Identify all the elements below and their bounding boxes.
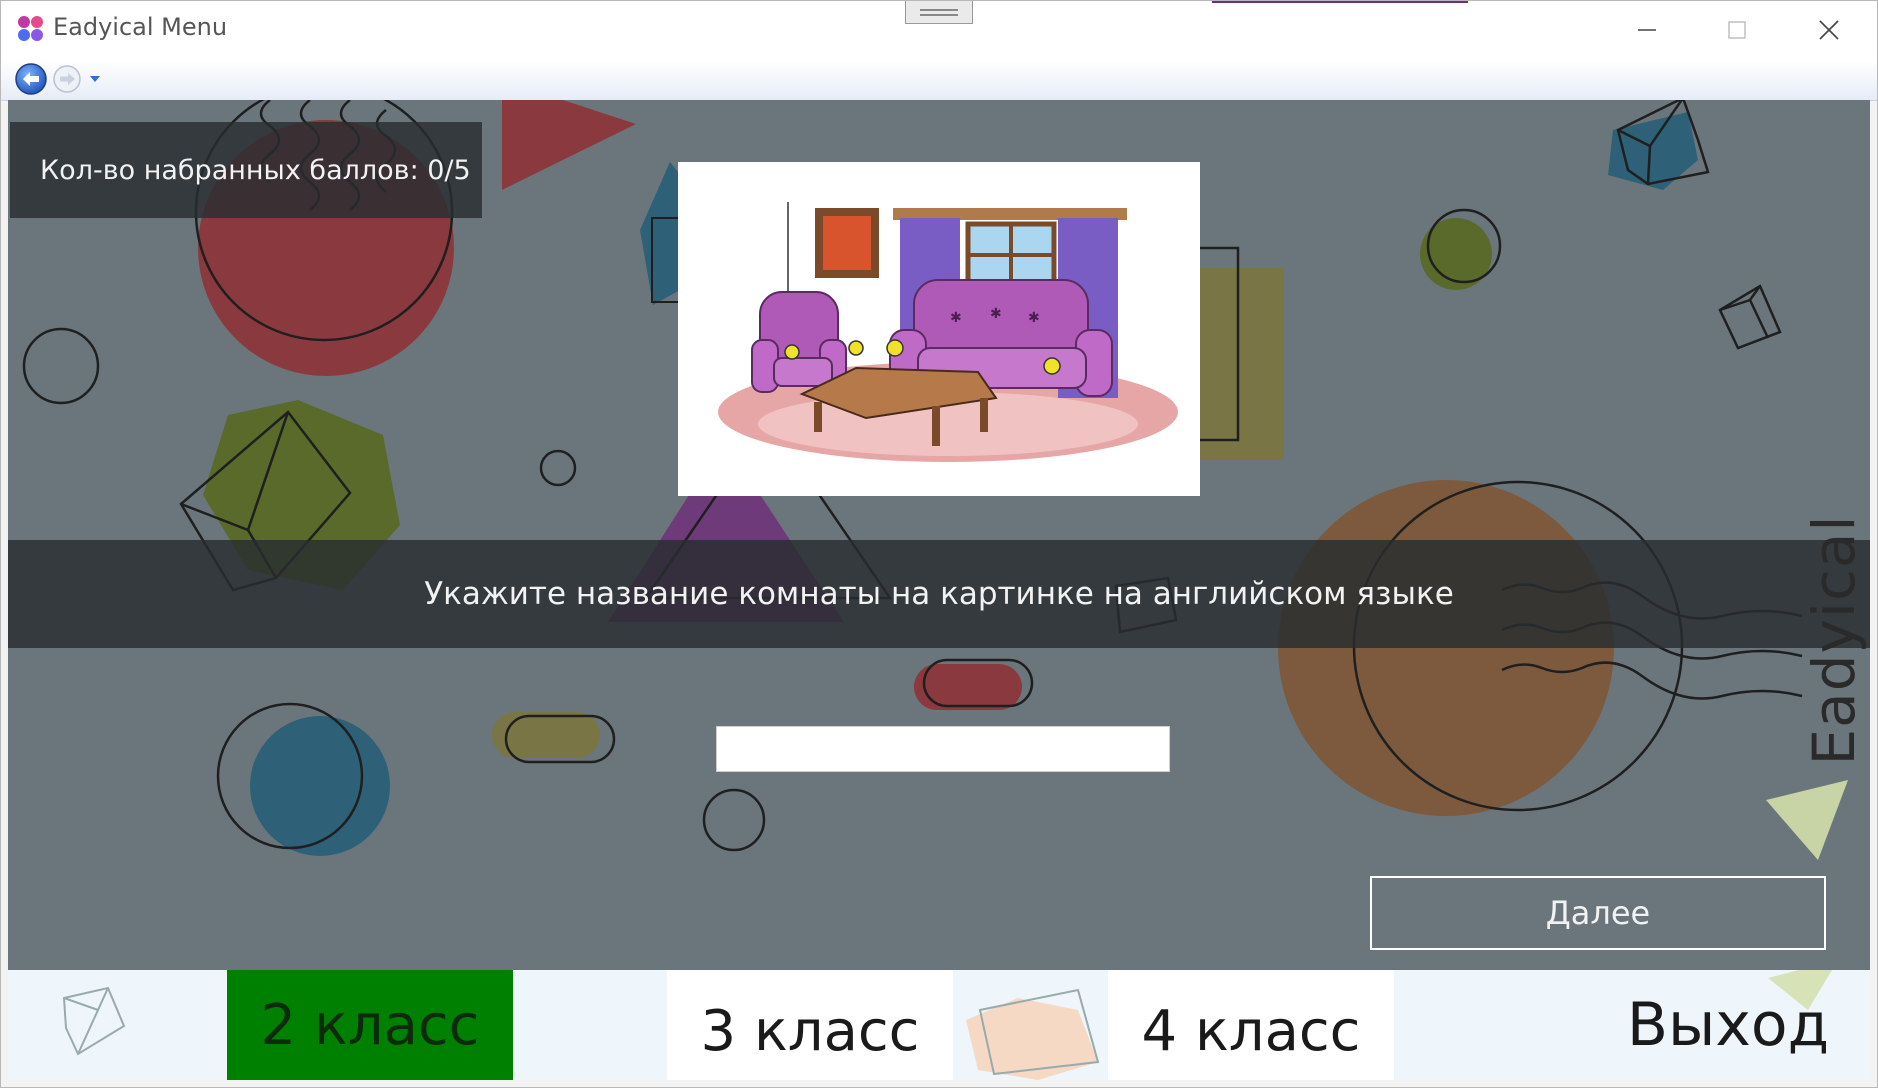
brand-label: Eadyical <box>1800 515 1868 766</box>
arrow-left-icon[interactable] <box>14 62 48 96</box>
question-picture: ✱ ✱ ✱ <box>678 162 1200 496</box>
score-display: Кол-во набранных баллов: 0/5 <box>10 122 482 218</box>
close-button[interactable] <box>1784 0 1874 60</box>
close-icon <box>1819 20 1839 40</box>
task-prompt: Укажите название комнаты на картинке на … <box>8 540 1870 648</box>
app-window: Eadyical Menu Кол-во набранных баллов: 0… <box>0 0 1878 1088</box>
quiz-stage: Кол-во набранных баллов: 0/5 ✱ ✱ ✱ Укажи… <box>8 100 1870 970</box>
svg-text:✱: ✱ <box>990 306 1002 322</box>
title-bar[interactable]: Eadyical Menu <box>0 0 1878 60</box>
navigation-bar <box>0 60 1878 101</box>
answer-input[interactable] <box>716 726 1170 772</box>
grade-3-button[interactable]: 3 класс <box>667 970 953 1080</box>
bottom-navigation: 2 класс 3 класс 4 класс Выход <box>8 970 1870 1080</box>
grade-4-button[interactable]: 4 класс <box>1108 970 1394 1080</box>
exit-button[interactable]: Выход <box>1598 970 1858 1080</box>
arrow-right-icon[interactable] <box>52 64 82 94</box>
svg-text:✱: ✱ <box>950 310 962 326</box>
maximize-icon <box>1728 21 1746 39</box>
living-room-illustration: ✱ ✱ ✱ <box>718 202 1178 462</box>
window-title: Eadyical Menu <box>53 13 228 41</box>
minimize-icon <box>1638 29 1656 31</box>
grade-2-button[interactable]: 2 класс <box>227 970 513 1080</box>
brand-vertical-text: Eadyical <box>1800 514 1868 766</box>
chevron-down-icon[interactable] <box>88 74 102 84</box>
maximize-button[interactable] <box>1692 0 1782 60</box>
app-logo-icon <box>18 16 43 41</box>
title-accent <box>1212 0 1468 3</box>
next-button[interactable]: Далее <box>1370 876 1826 950</box>
drag-handle[interactable] <box>905 0 973 24</box>
minimize-button[interactable] <box>1602 0 1692 60</box>
svg-text:✱: ✱ <box>1028 310 1040 326</box>
